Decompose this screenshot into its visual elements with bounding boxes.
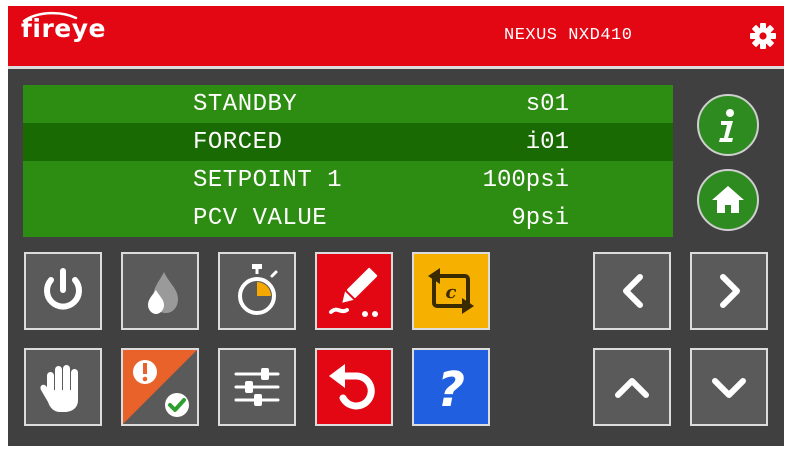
lcd-display: STANDBY s01 FORCED i01 SETPOINT 1 100psi… <box>23 85 673 237</box>
cycle-c-icon: c <box>428 268 474 314</box>
alarm-ack-icon <box>123 350 197 424</box>
home-button[interactable] <box>697 169 759 231</box>
help-button[interactable]: ? <box>412 348 490 426</box>
edit-button[interactable] <box>315 252 393 330</box>
lcd-row-value: s01 <box>525 91 569 118</box>
flame-button[interactable] <box>121 252 199 330</box>
gear-icon[interactable] <box>750 23 776 49</box>
nav-left-button[interactable] <box>593 252 671 330</box>
brand-logo: fireye <box>21 14 106 43</box>
chevron-left-icon <box>623 274 643 308</box>
nav-up-button[interactable] <box>593 348 671 426</box>
nav-right-button[interactable] <box>690 252 768 330</box>
cycle-c-button[interactable]: c <box>412 252 490 330</box>
power-icon <box>44 268 82 310</box>
lcd-row-label: PCV VALUE <box>193 205 328 232</box>
alarm-ack-button[interactable] <box>121 348 199 426</box>
header-divider <box>8 66 784 69</box>
lcd-row-pcv[interactable]: PCV VALUE 9psi <box>23 199 673 237</box>
lcd-row-value: 100psi <box>482 167 569 194</box>
lcd-row-label: STANDBY <box>193 91 298 118</box>
edit-icon <box>329 267 378 317</box>
help-glyph: ? <box>437 362 465 418</box>
chevron-down-icon <box>712 378 746 398</box>
lcd-row-label: SETPOINT 1 <box>193 167 343 194</box>
header-bar: fireye NEXUS NXD410 <box>8 6 784 66</box>
lcd-row-standby[interactable]: STANDBY s01 <box>23 85 673 123</box>
flame-icon <box>148 272 178 314</box>
info-button[interactable] <box>697 94 759 156</box>
nav-down-button[interactable] <box>690 348 768 426</box>
power-button[interactable] <box>24 252 102 330</box>
lcd-row-value: 9psi <box>511 205 569 232</box>
timer-button[interactable] <box>218 252 296 330</box>
device-model: NEXUS NXD410 <box>504 26 633 45</box>
chevron-up-icon <box>615 378 649 398</box>
hmi-panel: fireye NEXUS NXD410 STANDBY s01 FORCED i… <box>8 6 784 446</box>
help-icon: ? <box>437 362 465 418</box>
sliders-icon <box>234 368 280 406</box>
undo-button[interactable] <box>315 348 393 426</box>
lcd-row-value: i01 <box>525 129 569 156</box>
lcd-row-forced[interactable]: FORCED i01 <box>23 123 673 161</box>
settings-sliders-button[interactable] <box>218 348 296 426</box>
lcd-row-label: FORCED <box>193 129 283 156</box>
timer-icon <box>238 264 278 315</box>
lcd-row-setpoint[interactable]: SETPOINT 1 100psi <box>23 161 673 199</box>
home-icon <box>712 186 744 213</box>
cycle-c-glyph: c <box>446 282 457 303</box>
manual-hand-button[interactable] <box>24 348 102 426</box>
info-icon <box>719 109 734 142</box>
chevron-right-icon <box>720 274 740 308</box>
undo-icon <box>329 364 375 410</box>
hand-icon <box>40 365 78 412</box>
